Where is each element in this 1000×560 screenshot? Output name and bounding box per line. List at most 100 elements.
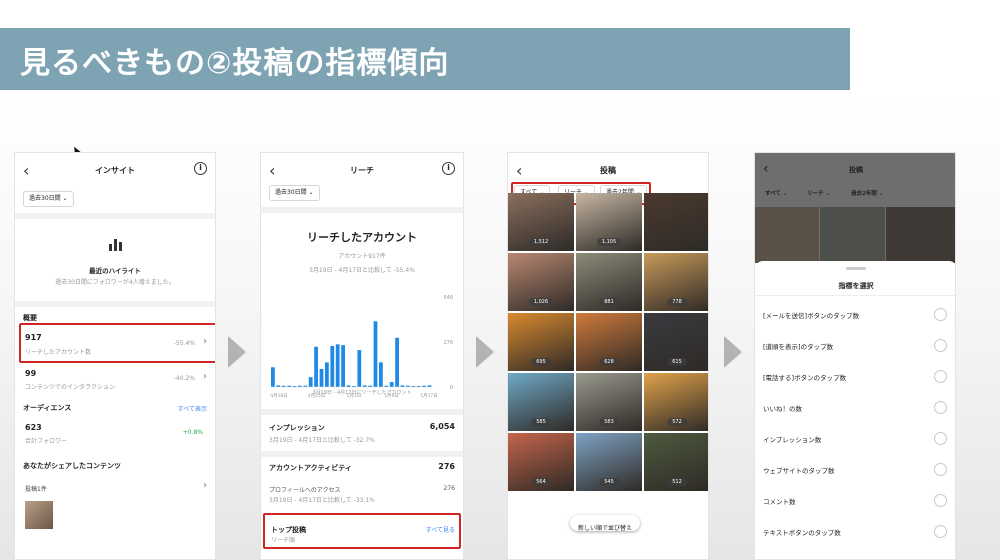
radio-button-icon[interactable] bbox=[934, 525, 947, 538]
y-tick-label: 548 bbox=[443, 295, 453, 301]
post-reach-count: 585 bbox=[531, 418, 551, 426]
metric-option-list: [メールを送信]ボタンのタップ数 [道順を表示]のタップ数 [電話する]ボタンのタッ… bbox=[755, 299, 955, 559]
post-tile[interactable]: 512 bbox=[644, 433, 708, 491]
radio-button-icon[interactable] bbox=[934, 308, 947, 321]
radio-button-icon[interactable] bbox=[934, 463, 947, 476]
profile-visits-value: 276 bbox=[443, 485, 455, 492]
flow-arrow-icon bbox=[228, 336, 246, 368]
radio-button-icon[interactable] bbox=[934, 401, 947, 414]
post-reach-count: 1,512 bbox=[528, 238, 554, 246]
metric-option[interactable]: [道順を表示]のタップ数 bbox=[755, 330, 955, 361]
post-reach-count: 695 bbox=[531, 358, 551, 366]
posts-screen: ‹ 投稿 すべて ⌄ リーチ ⌄ 過去2年間 ⌄ 1,5121,1051,026… bbox=[507, 152, 709, 560]
divider bbox=[15, 213, 215, 219]
divider bbox=[15, 301, 215, 307]
post-reach-count: 572 bbox=[667, 418, 687, 426]
post-thumbnail[interactable] bbox=[25, 501, 53, 529]
metric-option-label: [道順を表示]のタップ数 bbox=[763, 343, 834, 351]
metric-option[interactable]: インプレッション数 bbox=[755, 423, 955, 454]
chart-bar bbox=[308, 377, 313, 387]
chart-bar bbox=[325, 362, 329, 387]
reach-heading: リーチしたアカウント bbox=[307, 231, 417, 244]
screen-title: 投稿 bbox=[849, 166, 863, 174]
dimmed-background: ‹ 投稿 すべて ⌄ リーチ ⌄ 過去2年間 ⌄ bbox=[755, 153, 955, 263]
post-tile[interactable]: 572 bbox=[644, 373, 708, 431]
reach-highlight-box bbox=[19, 323, 215, 363]
metric-picker-screen: ‹ 投稿 すべて ⌄ リーチ ⌄ 過去2年間 ⌄ 指標を選択 [メールを送信]ボ… bbox=[754, 152, 956, 560]
post-reach-count: 881 bbox=[599, 298, 619, 306]
post-tile[interactable]: 545 bbox=[576, 433, 642, 491]
chart-bar bbox=[319, 368, 324, 387]
reach-screen: ‹ リーチ i 過去30日間 ⌄ リーチしたアカウント アカウント917件 3月… bbox=[260, 152, 464, 560]
followers-row[interactable]: 623 合計フォロワー +0.8% bbox=[15, 419, 215, 453]
info-icon[interactable]: i bbox=[194, 162, 207, 175]
info-icon[interactable]: i bbox=[442, 162, 455, 175]
posts-grid: 1,512 1,105 1,026 881 778 695 628 615 585 583 572 5… bbox=[508, 193, 708, 559]
reach-accounts-sub: アカウント917件 bbox=[338, 253, 386, 260]
metric-option[interactable]: [電話する]ボタンのタップ数 bbox=[755, 361, 955, 392]
chart-bar bbox=[314, 346, 318, 387]
metric-filter: リーチ ⌄ bbox=[807, 191, 831, 197]
post-reach-count: 583 bbox=[599, 418, 619, 426]
screen-title: リーチ bbox=[350, 166, 374, 175]
post-tile[interactable]: 1,026 bbox=[508, 253, 574, 311]
chart-bar bbox=[330, 345, 335, 387]
reach-compare-sub: 3月19日 - 4月17日と比較して -55.4% bbox=[309, 267, 415, 274]
post-tile[interactable]: 778 bbox=[644, 253, 708, 311]
divider bbox=[261, 451, 463, 457]
activity-label: アカウントアクティビティ bbox=[269, 464, 352, 472]
reach-header: ‹ リーチ i bbox=[261, 153, 463, 189]
impressions-label: インプレッション bbox=[269, 424, 325, 432]
sheet-handle[interactable] bbox=[846, 267, 866, 270]
radio-button-icon[interactable] bbox=[934, 494, 947, 507]
divider bbox=[261, 409, 463, 415]
sheet-title: 指標を選択 bbox=[838, 282, 874, 290]
sort-newest-button[interactable]: 新しい順で並び替え bbox=[570, 515, 641, 532]
post-tile[interactable] bbox=[644, 193, 708, 251]
screen-title: インサイト bbox=[95, 166, 135, 175]
post-reach-count: 564 bbox=[531, 478, 551, 486]
bar-chart-icon bbox=[107, 237, 125, 251]
metric-option[interactable]: [メールを送信]ボタンのタップ数 bbox=[755, 299, 955, 330]
insights-header: ‹ インサイト i bbox=[15, 153, 215, 189]
posts-count: 投稿1件 bbox=[25, 486, 47, 493]
radio-button-icon[interactable] bbox=[934, 339, 947, 352]
chart-bar bbox=[379, 362, 383, 387]
period-dropdown[interactable]: 過去30日間 ⌄ bbox=[23, 191, 74, 207]
interaction-row[interactable]: 99 コンテンツでのインタラクション -40.2% › bbox=[15, 365, 215, 399]
post-tile[interactable]: 564 bbox=[508, 433, 574, 491]
radio-button-icon[interactable] bbox=[934, 432, 947, 445]
divider bbox=[755, 295, 955, 296]
sort-button-label: 新しい順で並び替え bbox=[578, 525, 633, 532]
post-tile[interactable]: 881 bbox=[576, 253, 642, 311]
post-tile[interactable]: 1,105 bbox=[576, 193, 642, 251]
metric-option[interactable]: いいね！の数 bbox=[755, 392, 955, 423]
metric-option-label: [電話する]ボタンのタップ数 bbox=[763, 374, 847, 382]
metric-option[interactable]: テキストボタンのタップ数 bbox=[755, 516, 955, 547]
post-tile[interactable]: 628 bbox=[576, 313, 642, 371]
post-reach-count: 615 bbox=[667, 358, 687, 366]
posts-row[interactable]: 投稿1件 › bbox=[15, 477, 215, 499]
metric-option-label: [メールを送信]ボタンのタップ数 bbox=[763, 312, 860, 320]
metric-option[interactable]: ウェブサイトのタップ数 bbox=[755, 454, 955, 485]
metric-option-label: いいね！の数 bbox=[763, 405, 802, 413]
divider bbox=[261, 207, 463, 213]
post-tile[interactable]: 695 bbox=[508, 313, 574, 371]
metric-option-label: コメント数 bbox=[763, 498, 796, 506]
highlight-title: 最近のハイライト bbox=[89, 267, 141, 275]
post-tile[interactable]: 1,512 bbox=[508, 193, 574, 251]
type-filter: すべて ⌄ bbox=[765, 191, 788, 197]
post-tile[interactable]: 585 bbox=[508, 373, 574, 431]
post-tile[interactable]: 615 bbox=[644, 313, 708, 371]
slide-title-bar: 見るべきもの②投稿の指標傾向 bbox=[0, 28, 850, 90]
post-tile[interactable]: 583 bbox=[576, 373, 642, 431]
show-all-link[interactable]: すべて表示 bbox=[178, 404, 207, 413]
interaction-change: -40.2% bbox=[173, 375, 195, 382]
radio-button-icon[interactable] bbox=[934, 370, 947, 383]
flow-arrow-icon bbox=[724, 336, 742, 368]
highlight-subtitle: 過去30日間にフォロワーが4人増えました。 bbox=[55, 279, 175, 286]
post-reach-count: 512 bbox=[667, 478, 687, 486]
metric-option[interactable]: コメント数 bbox=[755, 485, 955, 516]
profile-visits-sub: 3月19日 - 4月17日と比較して -33.1% bbox=[269, 497, 375, 504]
period-dropdown[interactable]: 過去30日間 ⌄ bbox=[269, 185, 320, 201]
